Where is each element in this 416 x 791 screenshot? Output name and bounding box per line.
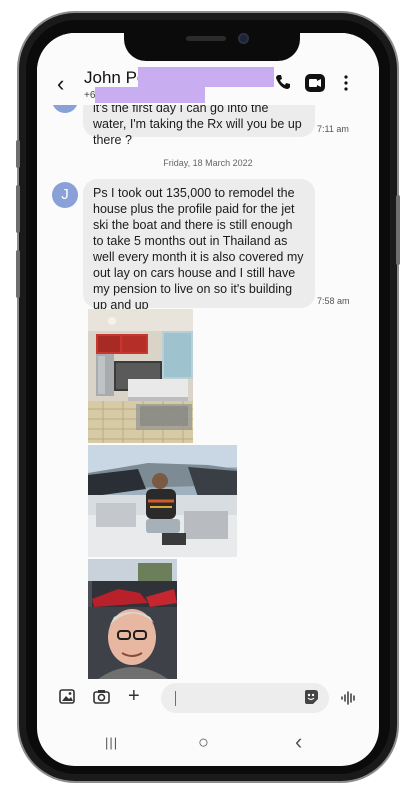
volume-button <box>16 250 20 298</box>
back-button[interactable]: ‹ <box>295 729 302 755</box>
phone-icon[interactable] <box>275 74 291 94</box>
message-text: Ps I took out 135,000 to remodel the hou… <box>93 186 304 312</box>
message-composer: + <box>37 679 379 719</box>
sticker-icon[interactable] <box>303 689 319 708</box>
plus-icon[interactable]: + <box>128 685 140 708</box>
notch <box>124 28 300 61</box>
date-separator: Friday, 18 March 2022 <box>163 158 253 168</box>
selfie-image <box>88 559 177 679</box>
volume-button <box>16 185 20 233</box>
front-camera <box>238 33 249 44</box>
redaction-box <box>95 87 205 103</box>
message-time: 7:58 am <box>317 296 350 306</box>
speaker <box>186 36 226 41</box>
text-cursor <box>175 691 176 706</box>
voice-wave-icon[interactable] <box>341 691 357 708</box>
camera-icon[interactable] <box>93 689 110 708</box>
kitchen-image <box>88 309 193 443</box>
image-icon[interactable] <box>59 689 75 708</box>
boat-image <box>88 445 237 557</box>
screen: it's the first day I can go into the wat… <box>37 33 379 766</box>
video-icon[interactable] <box>305 74 325 96</box>
system-nav-bar: ||| ○ ‹ <box>37 725 379 766</box>
photo-kitchen[interactable] <box>88 309 193 443</box>
avatar[interactable]: J <box>52 182 78 208</box>
home-button[interactable]: ○ <box>198 732 209 753</box>
volume-button <box>16 140 20 168</box>
chevron-left-icon[interactable]: ‹ <box>57 73 64 95</box>
recents-button[interactable]: ||| <box>105 735 118 750</box>
message-time: 7:11 am <box>317 124 349 134</box>
message-list[interactable]: it's the first day I can go into the wat… <box>37 33 379 766</box>
message-text: it's the first day I can go into the wat… <box>93 101 302 147</box>
message-bubble[interactable]: Ps I took out 135,000 to remodel the hou… <box>83 179 315 312</box>
photo-selfie[interactable] <box>88 559 177 679</box>
message-input[interactable] <box>161 683 329 713</box>
more-vertical-icon[interactable] <box>343 74 349 96</box>
photo-boat[interactable] <box>88 445 237 557</box>
redaction-box <box>138 67 274 87</box>
power-button <box>396 195 400 265</box>
